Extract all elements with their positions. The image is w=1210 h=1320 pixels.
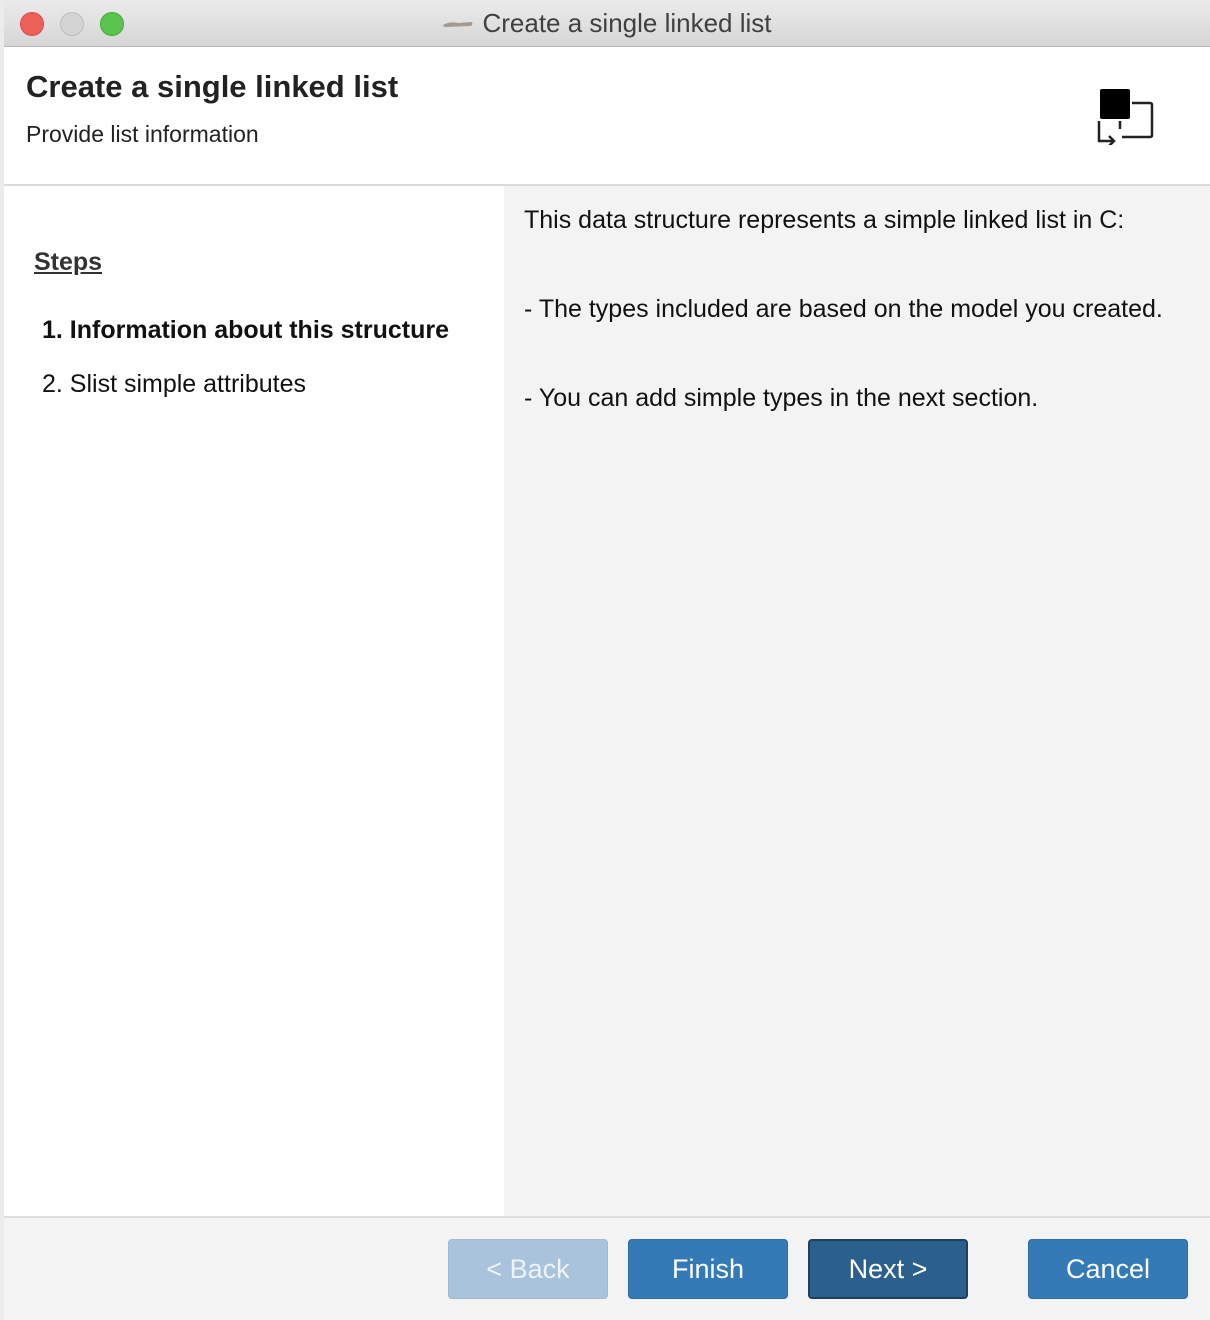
next-button[interactable]: Next > [808, 1239, 968, 1299]
steps-panel: Steps 1. Information about this structur… [4, 186, 504, 1216]
window-title: Create a single linked list [482, 7, 772, 38]
title-bar[interactable]: Create a single linked list [4, 0, 1210, 47]
wizard-header: Create a single linked list Provide list… [4, 47, 1210, 186]
content-panel: This data structure represents a simple … [504, 186, 1210, 1216]
back-button[interactable]: < Back [448, 1239, 608, 1299]
title-wrap: Create a single linked list [4, 0, 1210, 46]
finish-button[interactable]: Finish [628, 1239, 788, 1299]
step-information: 1. Information about this structure [42, 316, 449, 344]
page-title: Create a single linked list [26, 69, 399, 104]
wizard-window: Create a single linked list Create a sin… [4, 0, 1210, 1320]
app-icon [443, 22, 473, 27]
steps-heading: Steps [34, 248, 103, 276]
description-line: This data structure represents a simple … [524, 206, 1125, 234]
page-subtitle: Provide list information [26, 121, 259, 147]
wizard-swap-icon [1097, 89, 1154, 145]
description-line: - The types included are based on the mo… [524, 295, 1163, 323]
description-line: - You can add simple types in the next s… [524, 384, 1039, 412]
cancel-button[interactable]: Cancel [1028, 1239, 1188, 1299]
button-bar: < Back Finish Next > Cancel [4, 1216, 1210, 1320]
step-simple-attributes: 2. Slist simple attributes [42, 370, 306, 398]
